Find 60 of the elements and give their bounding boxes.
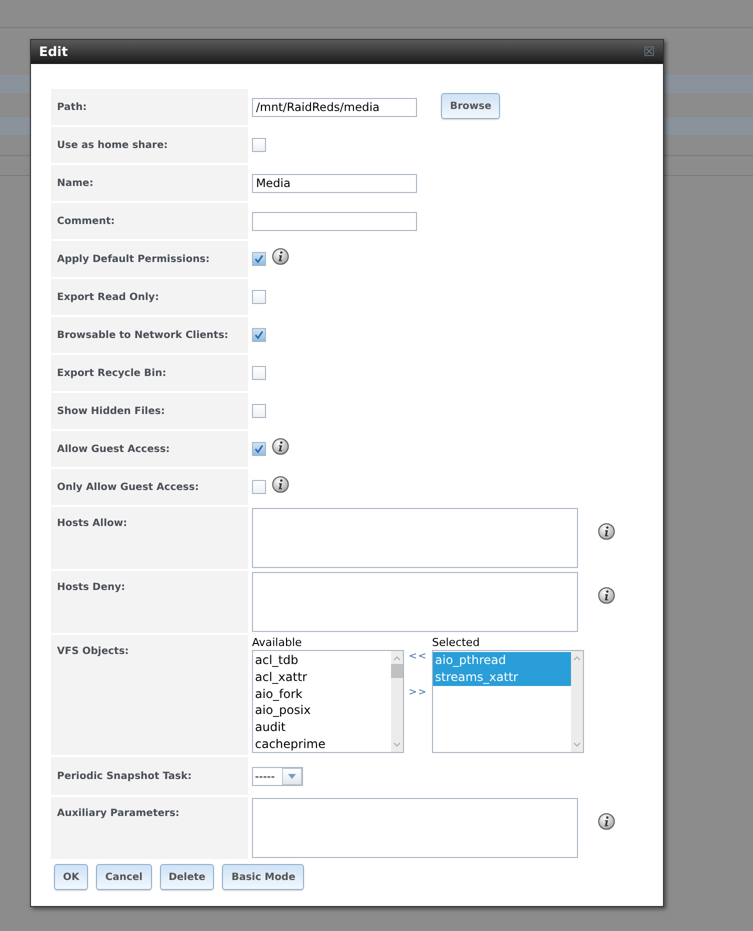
field-label: Use as home share: <box>51 127 248 163</box>
browse-button[interactable]: Browse <box>441 93 500 119</box>
field-label: Periodic Snapshot Task: <box>51 757 248 795</box>
checkbox[interactable] <box>252 138 266 152</box>
text-area[interactable] <box>252 572 578 632</box>
add-link[interactable]: >> <box>408 687 428 698</box>
list-label: Selected <box>432 636 481 650</box>
info-icon[interactable] <box>272 476 289 492</box>
scroll-up-icon[interactable] <box>573 654 581 662</box>
field-label: Only Allow Guest Access: <box>51 469 248 505</box>
field-label: Path: <box>51 89 248 125</box>
field-label: Hosts Deny: <box>51 571 248 633</box>
checkbox[interactable] <box>252 442 266 456</box>
list-item[interactable]: audit <box>253 719 391 736</box>
text-area[interactable] <box>252 798 578 858</box>
scroll-down-icon[interactable] <box>393 741 401 749</box>
field-label: VFS Objects: <box>51 635 248 755</box>
list-item[interactable]: aio_fork <box>253 686 391 702</box>
list-item[interactable]: acl_xattr <box>253 668 391 686</box>
info-icon[interactable] <box>272 438 289 454</box>
checkbox[interactable] <box>252 328 266 342</box>
info-icon[interactable] <box>598 813 615 830</box>
dialog-button[interactable]: OK <box>54 864 88 890</box>
field-label: Export Recycle Bin: <box>51 355 248 391</box>
dialog-button[interactable]: Basic Mode <box>222 864 304 890</box>
field-label: Apply Default Permissions: <box>51 241 248 277</box>
checkbox[interactable] <box>252 404 266 418</box>
scroll-up-icon[interactable] <box>393 654 401 662</box>
text-field[interactable]: /mnt/RaidReds/media <box>252 98 417 116</box>
list-item[interactable]: acl_tdb <box>253 652 391 669</box>
dialog-button[interactable]: Delete <box>160 864 214 890</box>
dropdown[interactable]: ----- <box>252 766 303 786</box>
text-field[interactable] <box>252 212 417 230</box>
available-list[interactable]: acl_tdb acl_xattr aio_fork aio_posix audit cacheprime <box>252 650 404 753</box>
info-icon[interactable] <box>598 523 615 540</box>
text-area[interactable] <box>252 508 578 568</box>
field-label: Auxiliary Parameters: <box>51 797 248 859</box>
scrollbar-thumb[interactable] <box>391 664 403 678</box>
info-icon[interactable] <box>272 248 289 264</box>
field-label: Export Read Only: <box>51 279 248 315</box>
list-label: Available <box>252 636 303 650</box>
list-item[interactable]: aio_posix <box>253 702 391 720</box>
list-item[interactable]: cacheprime <box>253 736 391 753</box>
checkbox[interactable] <box>252 252 266 266</box>
field-label: Allow Guest Access: <box>51 431 248 467</box>
field-label: Comment: <box>51 203 248 239</box>
info-icon[interactable] <box>598 587 615 604</box>
checkbox[interactable] <box>252 366 266 380</box>
checkbox[interactable] <box>252 290 266 304</box>
field-label: Name: <box>51 165 248 201</box>
dialog-button[interactable]: Cancel <box>96 864 152 890</box>
caret-icon <box>288 774 296 778</box>
field-label: Browsable to Network Clients: <box>51 317 248 353</box>
field-label: Show Hidden Files: <box>51 393 248 429</box>
remove-link[interactable]: << <box>408 651 428 662</box>
checkbox[interactable] <box>252 480 266 494</box>
field-label: Hosts Allow: <box>51 507 248 569</box>
window-title: Edit <box>39 44 68 60</box>
scroll-down-icon[interactable] <box>573 741 581 749</box>
text-field[interactable]: Media <box>252 174 417 192</box>
